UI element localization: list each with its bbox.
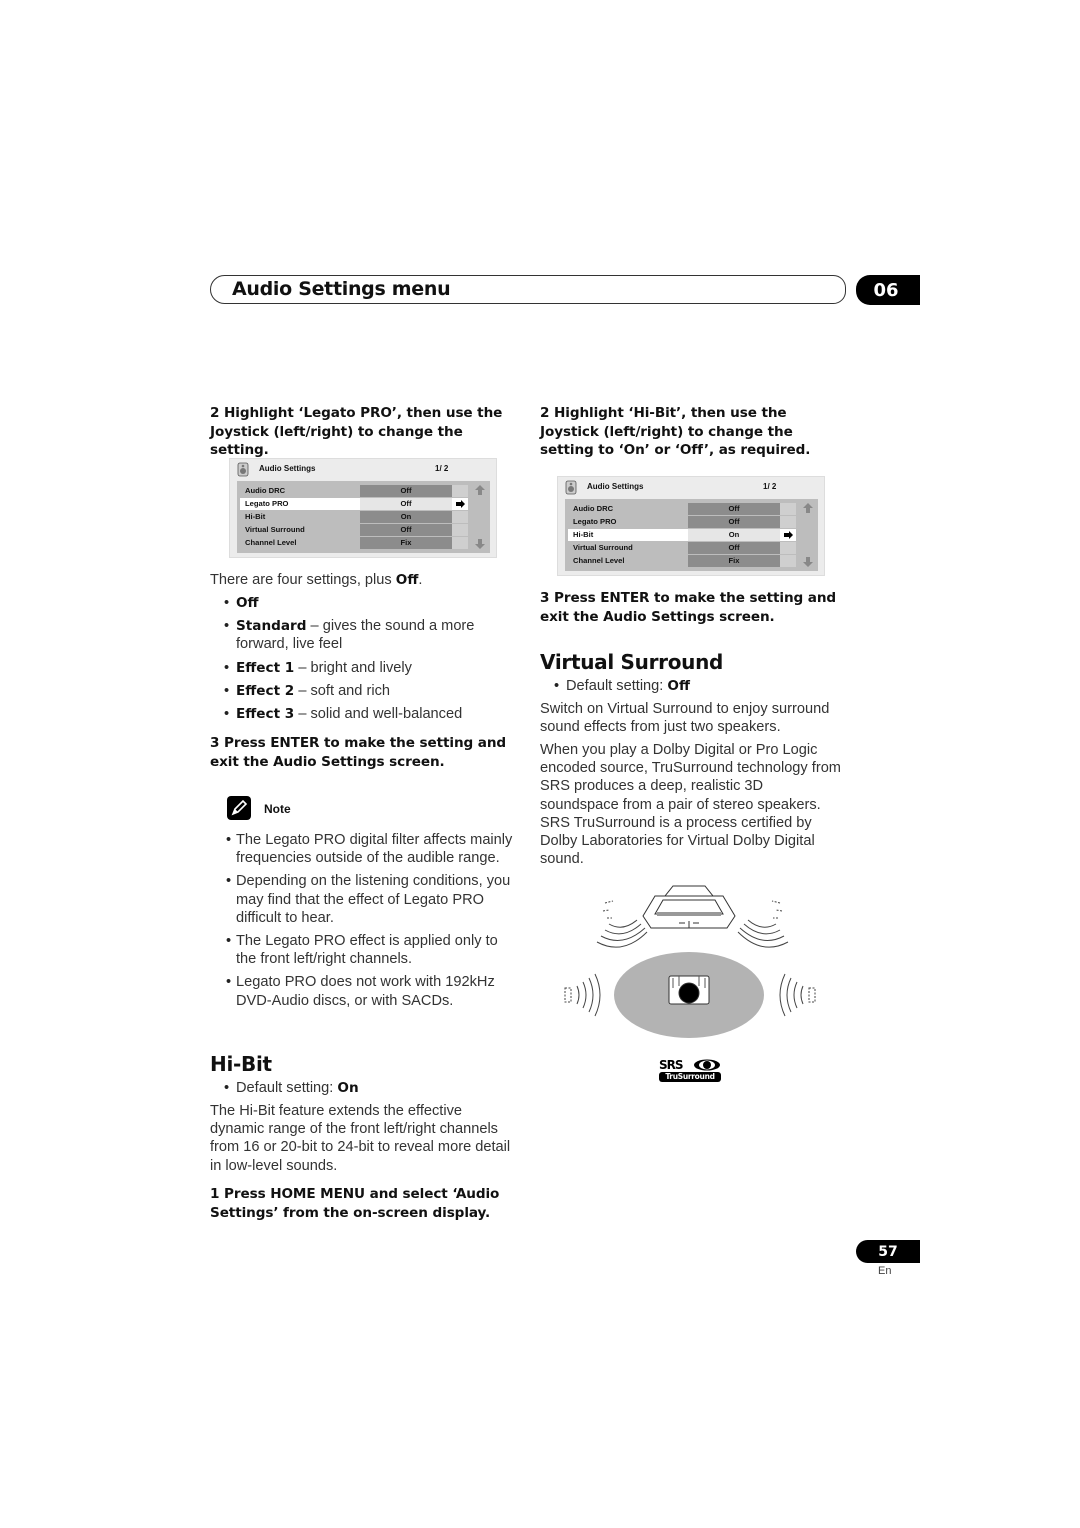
osd-menu-row[interactable]: Channel Level Fix xyxy=(240,537,468,549)
note-label: Note xyxy=(264,802,291,816)
osd-title: Audio Settings xyxy=(587,482,644,491)
srs-circle-icon xyxy=(694,1059,720,1071)
note-item: The Legato PRO effect is applied only to… xyxy=(210,932,515,968)
setting-option: Effect 3 – solid and well-balanced xyxy=(210,705,515,723)
osd-row-value[interactable]: On xyxy=(688,529,780,541)
page-language: En xyxy=(878,1265,892,1277)
hibit-description: The Hi-Bit feature extends the effective… xyxy=(210,1103,511,1174)
notes-list: The Legato PRO digital filter affects ma… xyxy=(210,831,515,1015)
osd-row-value[interactable]: Fix xyxy=(688,555,780,567)
note-item: Legato PRO does not work with 192kHz DVD… xyxy=(210,973,515,1009)
scroll-up-icon[interactable] xyxy=(475,485,485,495)
vs-paragraph-2: When you play a Dolby Digital or Pro Log… xyxy=(540,742,841,868)
hibit-step-1: 1 Press HOME MENU and select ‘Audio Sett… xyxy=(210,1186,500,1221)
osd-menu-body: Audio DRC Off Legato PRO Off Hi-Bit On V… xyxy=(565,499,818,571)
osd-row-value[interactable]: Off xyxy=(360,485,452,497)
osd-row-value[interactable]: Off xyxy=(688,503,780,515)
osd-row-label: Audio DRC xyxy=(245,486,286,495)
right-step-3: 3 Press ENTER to make the setting and ex… xyxy=(540,590,837,625)
settings-intro: There are four settings, plus Off. xyxy=(210,572,423,588)
scroll-down-icon[interactable] xyxy=(475,539,485,549)
osd-audio-settings-legato: Audio Settings 1/ 2 Audio DRC Off Legato… xyxy=(229,458,497,558)
osd-row-label: Legato PRO xyxy=(245,499,289,508)
osd-menu-row[interactable]: Virtual Surround Off xyxy=(568,542,796,554)
note-item: Depending on the listening conditions, y… xyxy=(210,872,515,927)
right-step-2: 2 Highlight ‘Hi-Bit’, then use the Joyst… xyxy=(540,405,811,458)
osd-row-label: Virtual Surround xyxy=(573,543,633,552)
left-step-3: 3 Press ENTER to make the setting and ex… xyxy=(210,735,507,770)
osd-row-label: Hi-Bit xyxy=(573,530,594,539)
page-number-tab: 57 xyxy=(856,1240,920,1263)
osd-row-value[interactable]: Off xyxy=(360,524,452,536)
front-right-sound-waves-icon xyxy=(737,900,789,948)
left-step-2: 2 Highlight ‘Legato PRO’, then use the J… xyxy=(210,405,503,458)
osd-row-value[interactable]: On xyxy=(360,511,452,523)
osd-audio-settings-hibit: Audio Settings 1/ 2 Audio DRC Off Legato… xyxy=(557,476,825,576)
arrow-right-icon[interactable] xyxy=(456,500,465,508)
front-left-sound-waves-icon xyxy=(596,900,648,948)
vs-default: Default setting: Off xyxy=(540,677,845,700)
arrow-right-icon[interactable] xyxy=(784,531,793,539)
osd-page-indicator: 1/ 2 xyxy=(763,482,777,491)
hibit-default: Default setting: On xyxy=(210,1079,515,1102)
osd-row-value[interactable]: Fix xyxy=(360,537,452,549)
osd-menu-row[interactable]: Audio DRC Off xyxy=(568,503,796,515)
settings-list: Off Standard – gives the sound a more for… xyxy=(210,594,515,728)
virtual-surround-diagram xyxy=(564,885,816,1038)
listener-chair-icon xyxy=(668,975,710,1005)
scroll-up-icon[interactable] xyxy=(803,503,813,513)
srs-trusurround-logo: SRS TruSurround xyxy=(659,1059,721,1083)
note-pencil-icon xyxy=(227,796,251,820)
osd-row-label: Channel Level xyxy=(245,538,297,547)
setting-option: Effect 2 – soft and rich xyxy=(210,682,515,700)
osd-row-label: Legato PRO xyxy=(573,517,617,526)
scroll-down-icon[interactable] xyxy=(803,557,813,567)
setting-option: Standard – gives the sound a more forwar… xyxy=(210,617,515,653)
audio-settings-icon xyxy=(565,480,577,495)
osd-page-indicator: 1/ 2 xyxy=(435,464,449,473)
surround-left-sound-waves-icon xyxy=(564,973,601,1017)
note-item: The Legato PRO digital filter affects ma… xyxy=(210,831,515,867)
osd-menu-row[interactable]: Hi-Bit On xyxy=(240,511,468,523)
osd-menu-row[interactable]: Channel Level Fix xyxy=(568,555,796,567)
audio-settings-icon xyxy=(237,462,249,477)
chapter-tab: 06 xyxy=(856,275,920,305)
virtual-surround-heading: Virtual Surround xyxy=(540,650,724,674)
osd-row-value[interactable]: Off xyxy=(360,498,452,510)
vs-paragraph-1: Switch on Virtual Surround to enjoy surr… xyxy=(540,701,830,736)
osd-row-label: Audio DRC xyxy=(573,504,614,513)
osd-menu-row[interactable]: Audio DRC Off xyxy=(240,485,468,497)
osd-row-label: Hi-Bit xyxy=(245,512,266,521)
page-title: Audio Settings menu xyxy=(232,278,451,300)
osd-menu-row[interactable]: Virtual Surround Off xyxy=(240,524,468,536)
osd-row-label: Virtual Surround xyxy=(245,525,305,534)
tv-icon xyxy=(642,885,736,929)
setting-option: Off xyxy=(210,594,515,612)
osd-row-label: Channel Level xyxy=(573,556,625,565)
osd-menu-row[interactable]: Legato PRO Off xyxy=(240,498,468,510)
osd-row-value[interactable]: Off xyxy=(688,542,780,554)
hibit-heading: Hi-Bit xyxy=(210,1052,272,1076)
osd-menu-row[interactable]: Hi-Bit On xyxy=(568,529,796,541)
osd-row-value[interactable]: Off xyxy=(688,516,780,528)
osd-menu-body: Audio DRC Off Legato PRO Off Hi-Bit On V… xyxy=(237,481,490,553)
osd-menu-row[interactable]: Legato PRO Off xyxy=(568,516,796,528)
setting-option: Effect 1 – bright and lively xyxy=(210,659,515,677)
osd-title: Audio Settings xyxy=(259,464,316,473)
surround-right-sound-waves-icon xyxy=(779,973,816,1017)
